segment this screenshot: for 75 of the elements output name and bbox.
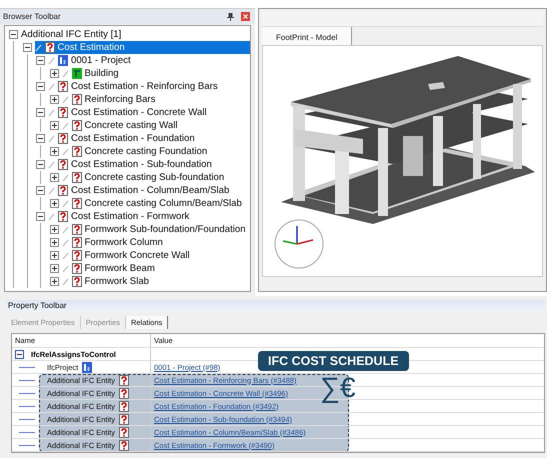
expand-toggle[interactable] [36, 134, 45, 143]
tree-item[interactable]: Formwork Column [62, 236, 167, 249]
question-icon [58, 211, 68, 222]
expand-toggle[interactable] [36, 56, 45, 65]
question-icon [118, 400, 129, 412]
expand-toggle[interactable] [50, 277, 58, 286]
expand-toggle[interactable] [50, 225, 58, 234]
expand-toggle[interactable] [15, 350, 24, 358]
tree-item[interactable]: Concrete casting Foundation [62, 145, 212, 158]
expand-toggle[interactable] [22, 43, 32, 52]
question-icon [118, 414, 129, 424]
question-icon [118, 440, 129, 450]
question-icon [72, 198, 82, 209]
view-tab[interactable]: FootPrint - Model [262, 27, 352, 45]
axis-gizmo-icon [273, 218, 325, 270]
tree-item[interactable]: Cost Estimation - Formwork [48, 210, 194, 223]
expand-toggle[interactable] [50, 69, 58, 78]
tree-item[interactable]: Cost Estimation - Sub-foundation [48, 158, 216, 171]
expand-toggle[interactable] [36, 160, 45, 169]
question-icon [44, 42, 54, 53]
expand-toggle[interactable] [9, 30, 18, 39]
question-icon [72, 172, 82, 183]
tree-item[interactable]: Concrete casting Wall [62, 119, 182, 132]
expand-toggle[interactable] [50, 251, 58, 260]
tree-item[interactable]: Reinforcing Bars [62, 93, 160, 106]
currency-symbol: ∑€ [320, 372, 356, 404]
expand-toggle[interactable] [50, 238, 58, 247]
tree-item[interactable]: Formwork Beam [62, 262, 159, 275]
pin-icon[interactable] [227, 12, 234, 20]
expand-toggle[interactable] [36, 82, 45, 91]
expand-toggle[interactable] [50, 173, 58, 182]
tree-item[interactable]: Cost Estimation - Foundation [48, 132, 199, 145]
expand-toggle[interactable] [36, 108, 45, 117]
question-icon [118, 374, 129, 386]
project-icon [58, 55, 68, 66]
tree-item[interactable]: Formwork Sub-foundation/Foundation [62, 223, 250, 236]
question-icon [72, 250, 82, 261]
panel-title: Browser Toolbar [3, 12, 61, 21]
project-icon [82, 362, 92, 372]
close-icon[interactable] [241, 12, 250, 21]
question-icon [72, 146, 82, 157]
building-icon [72, 68, 82, 79]
expand-toggle[interactable] [36, 186, 45, 195]
tree-item[interactable]: Cost Estimation [34, 41, 250, 54]
tree-item[interactable]: Cost Estimation - Concrete Wall [48, 106, 211, 119]
question-icon [72, 276, 82, 287]
tree-item[interactable]: Formwork Slab [62, 275, 154, 288]
expand-toggle[interactable] [50, 121, 58, 130]
question-icon [118, 426, 129, 438]
expand-toggle[interactable] [36, 212, 45, 221]
expand-toggle[interactable] [50, 199, 58, 208]
tree-item[interactable]: Building [62, 67, 123, 80]
expand-toggle[interactable] [50, 95, 58, 104]
tree-item[interactable]: Additional IFC Entity [1] [21, 28, 126, 41]
expand-toggle[interactable] [50, 147, 58, 156]
tree-item[interactable]: Formwork Concrete Wall [62, 249, 194, 262]
tree-item[interactable]: 0001 - Project [48, 54, 135, 67]
question-icon [72, 94, 82, 105]
question-icon [58, 81, 68, 92]
panel-title: Property Toolbar [6, 300, 545, 312]
tree-item[interactable]: Concrete casting Sub-foundation [62, 171, 228, 184]
question-icon [72, 263, 82, 274]
question-icon [72, 224, 82, 235]
question-icon [118, 388, 129, 398]
question-icon [72, 120, 82, 131]
question-icon [58, 107, 68, 118]
tree-item[interactable]: Concrete casting Column/Beam/Slab [62, 197, 246, 210]
question-icon [58, 185, 68, 196]
expand-toggle[interactable] [50, 264, 58, 273]
tree-item[interactable]: Cost Estimation - Column/Beam/Slab [48, 184, 234, 197]
callout-label: IFC COST SCHEDULE [258, 351, 409, 371]
question-icon [72, 237, 82, 248]
question-icon [58, 133, 68, 144]
question-icon [58, 159, 68, 170]
tree-item[interactable]: Cost Estimation - Reinforcing Bars [48, 80, 222, 93]
